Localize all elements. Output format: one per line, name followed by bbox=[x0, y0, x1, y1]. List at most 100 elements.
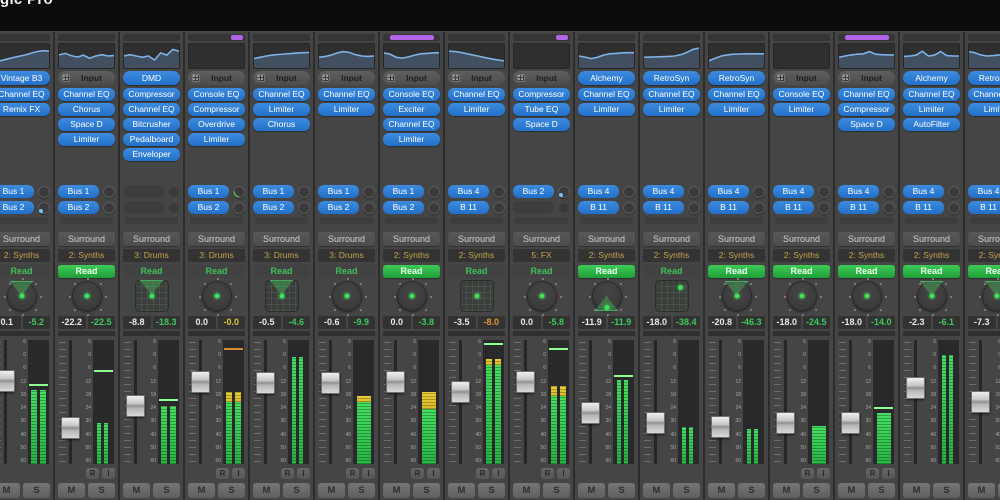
automation-read-button[interactable]: Read bbox=[383, 265, 440, 278]
send-level-knob[interactable] bbox=[298, 186, 310, 198]
group-button[interactable]: 3: Drums bbox=[253, 249, 310, 262]
input-monitor-button[interactable]: I bbox=[882, 468, 895, 479]
peak-value[interactable]: -38.4 bbox=[673, 316, 701, 329]
fx-plugin-slot[interactable]: Channel EQ bbox=[0, 88, 50, 101]
fx-plugin-slot[interactable]: Remix FX bbox=[0, 103, 50, 116]
fader-track[interactable] bbox=[394, 340, 397, 464]
instrument-slot[interactable]: DMD bbox=[123, 71, 180, 85]
send-empty-slot[interactable] bbox=[123, 201, 164, 214]
automation-read-button[interactable]: Read bbox=[578, 265, 635, 278]
peak-value[interactable]: -5.2 bbox=[23, 316, 51, 329]
fader-cap[interactable] bbox=[516, 371, 535, 393]
pan-knob[interactable] bbox=[917, 281, 947, 311]
send-bus-slot[interactable]: B 11 bbox=[968, 201, 1000, 214]
fx-plugin-slot[interactable]: Limiter bbox=[253, 103, 310, 116]
mute-button[interactable]: M bbox=[253, 483, 280, 498]
eq-thumbnail[interactable] bbox=[188, 43, 245, 69]
output-button[interactable]: Surround bbox=[968, 232, 1000, 246]
record-enable-button[interactable]: R bbox=[476, 468, 489, 479]
output-button[interactable]: Surround bbox=[773, 232, 830, 246]
output-button[interactable]: Surround bbox=[578, 232, 635, 246]
volume-value[interactable]: 0.0 bbox=[383, 316, 411, 329]
fx-plugin-slot[interactable]: Console EQ bbox=[383, 88, 440, 101]
mute-button[interactable]: M bbox=[123, 483, 150, 498]
peak-value[interactable]: -46.3 bbox=[738, 316, 766, 329]
peak-value[interactable]: -14.0 bbox=[868, 316, 896, 329]
fx-plugin-slot[interactable]: Limiter bbox=[448, 103, 505, 116]
send-level-knob[interactable] bbox=[623, 202, 635, 214]
pan-knob[interactable] bbox=[72, 281, 102, 311]
group-button[interactable]: 3: Drums bbox=[318, 249, 375, 262]
input-slot[interactable]: Input bbox=[318, 71, 375, 85]
solo-button[interactable]: S bbox=[608, 483, 635, 498]
fx-plugin-slot[interactable]: Channel EQ bbox=[643, 88, 700, 101]
volume-value[interactable]: 0.1 bbox=[0, 316, 21, 329]
fx-plugin-slot[interactable]: Limiter bbox=[578, 103, 635, 116]
input-slot[interactable]: Input bbox=[773, 71, 830, 85]
send-bus-slot[interactable]: B 11 bbox=[838, 201, 879, 214]
peak-value[interactable]: -4.6 bbox=[283, 316, 311, 329]
fx-plugin-slot[interactable]: Chorus bbox=[253, 118, 310, 131]
fx-plugin-slot[interactable]: Limiter bbox=[773, 103, 830, 116]
volume-value[interactable]: -2.3 bbox=[903, 316, 931, 329]
fx-plugin-slot[interactable]: Console EQ bbox=[773, 88, 830, 101]
peak-value[interactable]: -11.9 bbox=[608, 316, 636, 329]
automation-read-button[interactable]: Read bbox=[968, 265, 1000, 278]
mute-button[interactable]: M bbox=[448, 483, 475, 498]
fader-cap[interactable] bbox=[191, 371, 210, 393]
input-slot[interactable]: Input bbox=[838, 71, 895, 85]
pan-knob[interactable] bbox=[722, 281, 752, 311]
record-enable-button[interactable]: R bbox=[86, 468, 99, 479]
record-enable-button[interactable]: R bbox=[216, 468, 229, 479]
fader-cap[interactable] bbox=[256, 372, 275, 394]
send-level-knob[interactable] bbox=[883, 202, 895, 214]
fx-plugin-slot[interactable]: Limiter bbox=[903, 103, 960, 116]
pan-knob[interactable] bbox=[852, 281, 882, 311]
eq-thumbnail[interactable] bbox=[578, 43, 635, 69]
volume-value[interactable]: 0.0 bbox=[188, 316, 216, 329]
instrument-slot[interactable]: Vintage B3 bbox=[0, 71, 50, 85]
peak-value[interactable]: -8.0 bbox=[478, 316, 506, 329]
automation-read-button[interactable]: Read bbox=[513, 265, 570, 278]
send-level-knob[interactable] bbox=[883, 186, 895, 198]
send-level-knob[interactable] bbox=[103, 202, 115, 214]
send-bus-slot[interactable]: Bus 4 bbox=[578, 185, 619, 198]
surround-panner[interactable] bbox=[265, 280, 299, 312]
volume-value[interactable]: -0.5 bbox=[253, 316, 281, 329]
solo-button[interactable]: S bbox=[348, 483, 375, 498]
mute-button[interactable]: M bbox=[58, 483, 85, 498]
mute-button[interactable]: M bbox=[513, 483, 540, 498]
eq-thumbnail[interactable] bbox=[318, 43, 375, 69]
input-monitor-button[interactable]: I bbox=[817, 468, 830, 479]
input-slot[interactable]: Input bbox=[513, 71, 570, 85]
eq-thumbnail[interactable] bbox=[123, 43, 180, 69]
fader-cap[interactable] bbox=[581, 402, 600, 424]
send-bus-slot[interactable]: B 11 bbox=[773, 201, 814, 214]
record-enable-button[interactable]: R bbox=[541, 468, 554, 479]
fader-cap[interactable] bbox=[906, 377, 925, 399]
fx-plugin-slot[interactable]: Pedalboard bbox=[123, 133, 180, 146]
group-button[interactable]: 3: Drums bbox=[188, 249, 245, 262]
mute-button[interactable]: M bbox=[773, 483, 800, 498]
fader-cap[interactable] bbox=[971, 391, 990, 413]
instrument-slot[interactable]: RetroSyn bbox=[708, 71, 765, 85]
mute-button[interactable]: M bbox=[708, 483, 735, 498]
send-bus-slot[interactable]: Bus 2 bbox=[383, 201, 424, 214]
fx-plugin-slot[interactable]: Channel EQ bbox=[318, 88, 375, 101]
send-level-knob[interactable] bbox=[818, 186, 830, 198]
send-level-knob[interactable] bbox=[948, 186, 960, 198]
record-enable-button[interactable]: R bbox=[801, 468, 814, 479]
fader-track[interactable] bbox=[524, 340, 527, 464]
fx-plugin-slot[interactable]: Channel EQ bbox=[903, 88, 960, 101]
eq-thumbnail[interactable] bbox=[0, 43, 50, 69]
eq-thumbnail[interactable] bbox=[513, 43, 570, 69]
automation-read-button[interactable]: Read bbox=[0, 265, 50, 278]
send-level-knob[interactable] bbox=[753, 202, 765, 214]
send-bus-slot[interactable]: Bus 2 bbox=[188, 201, 229, 214]
fader-cap[interactable] bbox=[776, 412, 795, 434]
automation-read-button[interactable]: Read bbox=[708, 265, 765, 278]
group-button[interactable]: 2: Synths bbox=[448, 249, 505, 262]
send-level-knob[interactable] bbox=[493, 202, 505, 214]
mute-button[interactable]: M bbox=[643, 483, 670, 498]
group-button[interactable]: 2: Synths bbox=[578, 249, 635, 262]
